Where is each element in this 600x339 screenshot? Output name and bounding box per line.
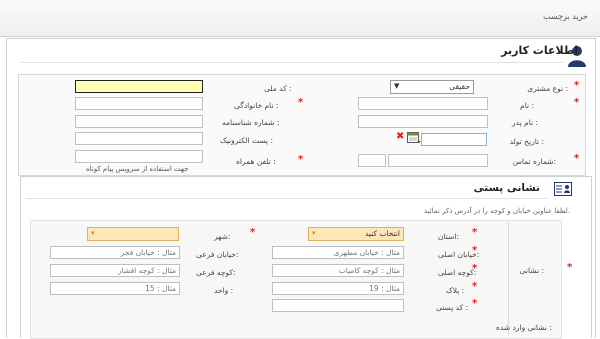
name-label: نام :	[520, 101, 534, 110]
email-label: پست الکترونیک :	[220, 136, 274, 145]
calendar-icon[interactable]	[407, 132, 421, 144]
section-divider	[26, 198, 548, 199]
side-alley-input[interactable]	[50, 264, 180, 277]
father-name-input[interactable]	[358, 115, 488, 128]
national-code-input[interactable]	[75, 80, 203, 93]
required-marker: *	[472, 227, 478, 238]
plaque-input[interactable]	[272, 282, 404, 295]
required-marker: *	[250, 227, 256, 238]
clear-date-icon[interactable]: ✖	[396, 131, 404, 142]
main-street-input[interactable]	[272, 246, 404, 259]
postal-section-title: نشانی پستی	[473, 182, 540, 194]
customer-type-select[interactable]: حقیقی ▼	[390, 80, 474, 94]
address-label: نشانی :	[519, 266, 544, 275]
required-marker: *	[472, 281, 478, 292]
national-code-label: کد ملی :	[264, 84, 292, 93]
unit-input[interactable]	[50, 282, 180, 295]
user-section-title: اطلاعات کاربر	[501, 44, 578, 57]
chevron-down-icon: ▼	[394, 82, 400, 90]
province-value: انتخاب کنید	[364, 229, 400, 238]
plaque-label: پلاک :	[446, 286, 465, 295]
phone-number-input[interactable]	[388, 154, 488, 167]
postal-code-label: کد پستی :	[436, 303, 469, 312]
birth-date-input[interactable]	[421, 133, 487, 146]
city-select[interactable]: ▾	[87, 227, 179, 241]
required-marker: *	[567, 262, 573, 273]
side-street-input[interactable]	[50, 246, 180, 259]
family-name-label: نام خانوادگی :	[234, 101, 279, 110]
chevron-down-icon: ▾	[91, 229, 95, 237]
name-input[interactable]	[358, 97, 488, 110]
address-card-icon	[554, 182, 572, 196]
id-number-input[interactable]	[75, 115, 203, 128]
customer-type-label: نوع مشتری :	[527, 84, 568, 93]
required-marker: *	[298, 154, 304, 165]
city-label: شهر:	[214, 232, 231, 241]
required-marker: *	[574, 97, 580, 108]
phone-label: شماره تماس:	[512, 157, 556, 166]
phone-prefix-input[interactable]	[358, 154, 386, 167]
side-street-label: خیابان فرعی:	[196, 250, 239, 259]
main-alley-label: کوچه اصلی:	[438, 268, 477, 277]
section-divider	[20, 62, 564, 63]
id-number-label: شماره شناسنامه :	[222, 118, 280, 127]
required-marker: *	[472, 298, 478, 309]
email-input[interactable]	[75, 132, 203, 145]
column-divider	[508, 222, 509, 335]
required-marker: *	[298, 97, 304, 108]
birth-date-label: تاریخ تولد :	[509, 137, 544, 146]
postal-code-input[interactable]	[272, 299, 404, 312]
family-name-input[interactable]	[75, 97, 203, 110]
entered-address-label: نشانی وارد شده :	[496, 323, 552, 332]
customer-type-value: حقیقی	[449, 82, 470, 91]
chevron-down-icon: ▾	[312, 229, 316, 237]
mobile-input[interactable]	[75, 150, 203, 163]
main-alley-input[interactable]	[272, 264, 404, 277]
page-title: خرید برچسب	[543, 12, 588, 21]
top-bar: خرید برچسب	[0, 0, 600, 37]
main-street-label: خیابان اصلی:	[438, 250, 480, 259]
side-alley-label: کوچه فرعی:	[196, 268, 236, 277]
required-marker: *	[574, 80, 580, 91]
unit-label: واحد :	[214, 286, 234, 295]
mobile-hint: جهت استفاده از سرویس پیام کوتاه	[86, 165, 189, 173]
province-label: استان:	[438, 232, 459, 241]
father-name-label: نام پدر :	[512, 118, 538, 127]
mobile-label: تلفن همراه :	[236, 157, 276, 166]
required-marker: *	[574, 153, 580, 164]
postal-note: لطفا عناوین خیابان و کوچه را در آدرس ذکر…	[423, 207, 570, 215]
province-select[interactable]: انتخاب کنید ▾	[308, 227, 404, 241]
